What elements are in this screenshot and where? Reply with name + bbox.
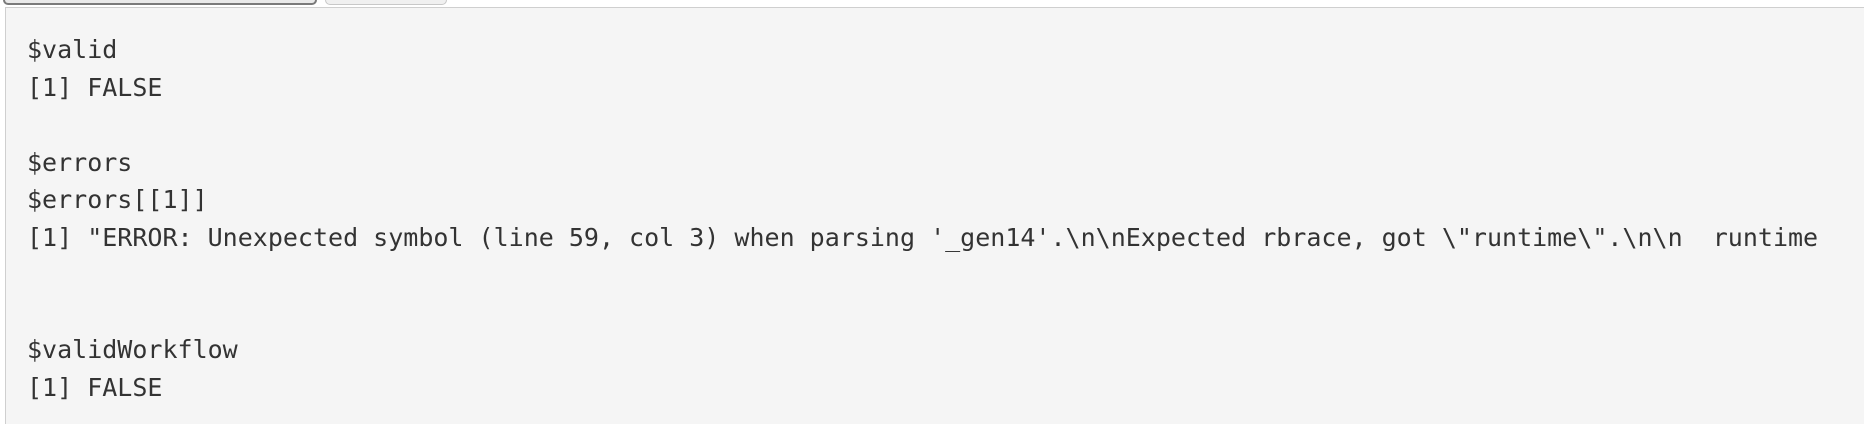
tab-inactive[interactable] [325, 0, 447, 5]
console-output-panel: $valid [1] FALSE $errors $errors[[1]] [1] "E… [5, 7, 1864, 424]
console-line-blank [27, 106, 1818, 144]
console-line-valid-value: [1] FALSE [27, 72, 163, 102]
console-line-errors-index: $errors[[1]] [27, 185, 208, 214]
console-line-valid-name: $valid [27, 35, 118, 64]
console-line-blank [27, 294, 1818, 332]
console-output: $valid [1] FALSE $errors $errors[[1]] [1] "E… [27, 31, 1818, 406]
console-line-validworkflow-value: [1] FALSE [27, 372, 163, 402]
tab-strip [0, 0, 1864, 7]
tab-active[interactable] [3, 0, 317, 5]
console-line-blank [27, 256, 1818, 294]
console-line-errors-name: $errors [27, 147, 133, 177]
console-line-validworkflow-name: $validWorkflow [27, 335, 238, 364]
console-line-error-message: [1] "ERROR: Unexpected symbol (line 59, … [27, 222, 1819, 252]
